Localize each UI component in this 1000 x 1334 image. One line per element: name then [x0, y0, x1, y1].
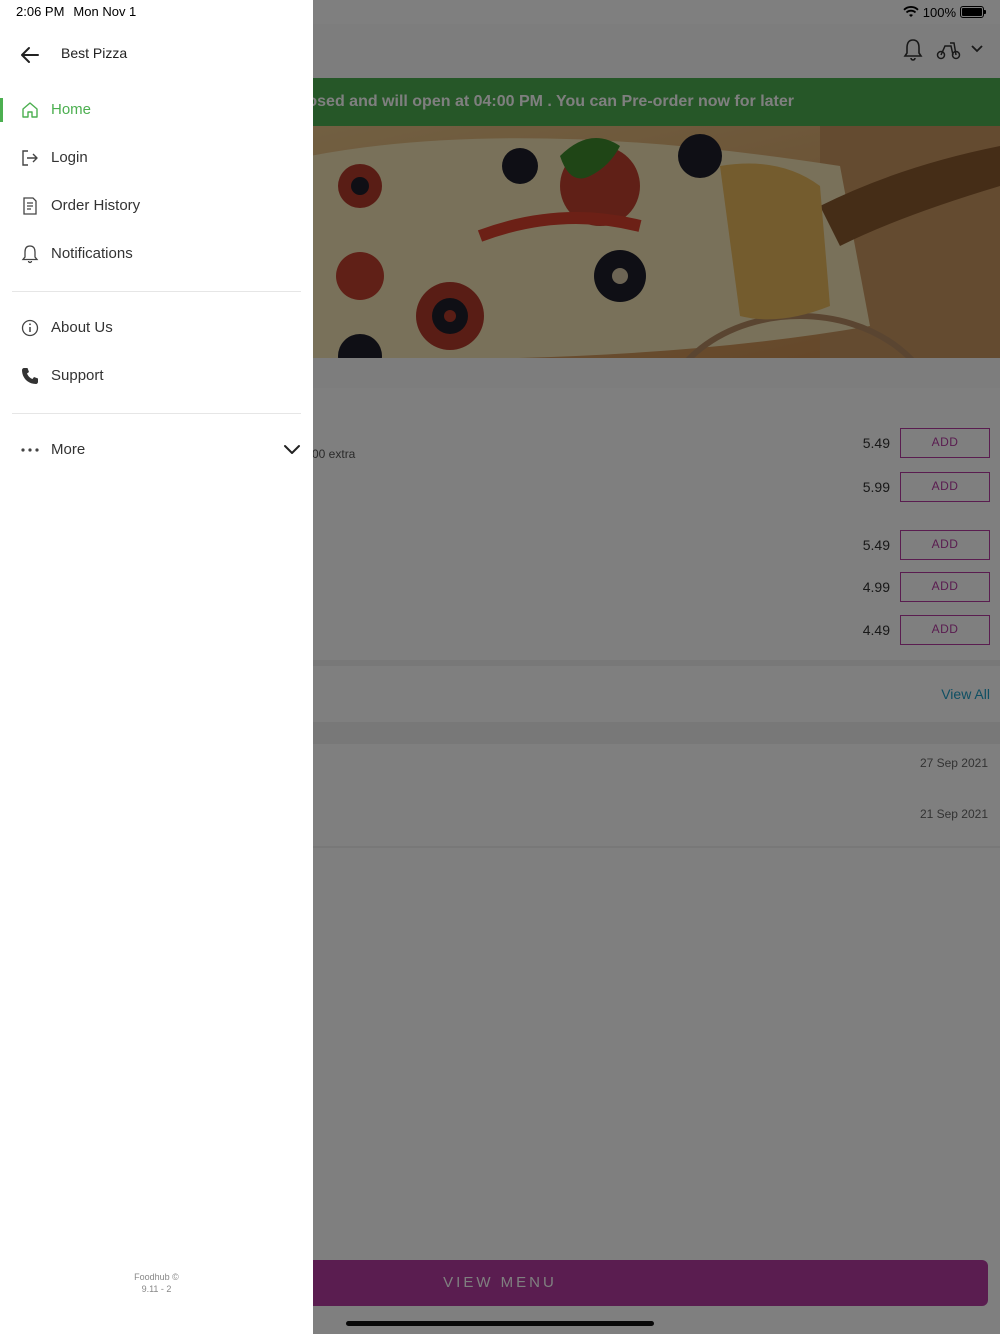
drawer-item-notifications[interactable]: Notifications	[0, 234, 313, 274]
drawer-item-about-us[interactable]: About Us	[0, 308, 313, 348]
more-dots-icon	[21, 448, 39, 452]
status-date: Mon Nov 1	[73, 4, 137, 19]
footer-version: 9.11 - 2	[141, 1284, 172, 1294]
drawer-item-label: Support	[51, 367, 104, 384]
drawer-item-label: About Us	[51, 319, 113, 336]
order-history-icon	[23, 197, 37, 215]
drawer-item-label: More	[51, 441, 86, 458]
drawer-item-support[interactable]: Support	[0, 356, 313, 396]
drawer-item-label: Order History	[51, 197, 141, 214]
drawer-title: Best Pizza	[61, 45, 128, 61]
navigation-drawer: 2:06 PM Mon Nov 1 Best Pizza Home Login O…	[0, 0, 313, 1334]
drawer-divider	[12, 413, 301, 414]
active-indicator	[0, 98, 3, 122]
drawer-item-home[interactable]: Home	[0, 90, 313, 130]
home-icon	[22, 102, 38, 118]
phone-icon	[22, 368, 38, 384]
drawer-item-label: Login	[51, 149, 88, 166]
drawer-item-order-history[interactable]: Order History	[0, 186, 313, 226]
login-icon	[22, 150, 38, 166]
status-bar-left: 2:06 PM Mon Nov 1	[16, 4, 136, 19]
drawer-item-more[interactable]: More	[0, 430, 313, 470]
bell-icon	[21, 245, 39, 264]
drawer-item-label: Home	[51, 101, 92, 118]
drawer-divider	[12, 291, 301, 292]
chevron-down-icon[interactable]	[283, 441, 301, 459]
drawer-item-login[interactable]: Login	[0, 138, 313, 178]
status-time: 2:06 PM	[16, 4, 65, 19]
info-icon	[21, 319, 39, 337]
footer-brand: Foodhub ©	[134, 1272, 179, 1282]
drawer-item-label: Notifications	[51, 245, 133, 262]
back-arrow-icon[interactable]	[18, 43, 42, 67]
